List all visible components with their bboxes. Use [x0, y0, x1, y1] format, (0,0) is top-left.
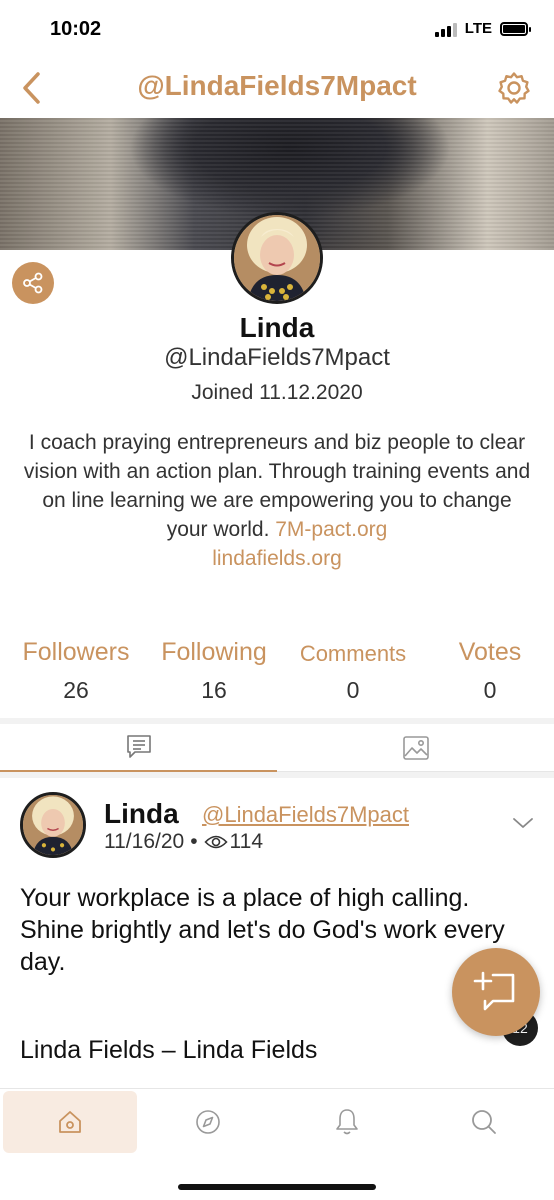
compass-icon	[196, 1110, 220, 1134]
bell-icon	[336, 1109, 358, 1135]
stat-value: 16	[201, 677, 227, 703]
profile-name: Linda	[239, 312, 315, 343]
profile-handle: @LindaFields7Mpact	[164, 344, 390, 371]
stat-label: Votes	[458, 638, 522, 666]
post-author-name[interactable]: Linda	[104, 798, 179, 830]
nav-search[interactable]	[417, 1091, 551, 1153]
stat-votes[interactable]: Votes 0	[430, 638, 550, 704]
share-button[interactable]	[12, 262, 54, 304]
profile-bio: I coach praying entrepreneurs and biz pe…	[20, 428, 534, 573]
content-tabs	[0, 724, 554, 772]
profile-stats: Followers 26 Following 16 Comments 0 Vot…	[0, 638, 554, 718]
compose-button[interactable]	[452, 948, 540, 1036]
nav-home[interactable]	[3, 1091, 137, 1153]
post-author-avatar[interactable]	[20, 792, 86, 858]
bottom-navigation	[0, 1088, 554, 1200]
network-label: LTE	[464, 20, 492, 37]
post-body: Your workplace is a place of high callin…	[20, 884, 505, 976]
bio-link-7mpact[interactable]: 7M-pact.org	[275, 518, 387, 541]
status-time: 10:02	[50, 18, 102, 40]
nav-explore[interactable]	[141, 1091, 275, 1153]
chevron-down-icon	[513, 818, 533, 828]
post-views: 114	[229, 830, 264, 853]
stat-followers[interactable]: Followers 26	[8, 638, 144, 704]
stat-following[interactable]: Following 16	[146, 638, 282, 704]
post-author-handle[interactable]: @LindaFields7Mpact	[202, 802, 409, 828]
status-bar: 10:02 LTE	[0, 0, 554, 60]
stat-label: Comments	[299, 641, 407, 666]
compose-icon	[473, 971, 515, 1011]
signal-icon	[434, 21, 457, 37]
meta-separator: •	[190, 830, 198, 853]
avatar-image	[234, 215, 320, 301]
tab-media[interactable]	[277, 724, 554, 772]
image-icon	[402, 736, 429, 760]
bio-link-lindafields[interactable]: lindafields.org	[212, 547, 342, 570]
tab-posts[interactable]	[0, 724, 277, 772]
profile-joined-date: Joined 11.12.2020	[191, 381, 363, 404]
share-icon	[23, 272, 43, 294]
stat-label: Followers	[22, 638, 130, 666]
post-options-button[interactable]	[512, 816, 534, 835]
stat-value: 26	[63, 677, 89, 703]
search-icon	[472, 1110, 496, 1134]
stat-value: 0	[346, 677, 360, 703]
stat-label: Following	[161, 638, 267, 666]
stat-value: 0	[483, 677, 497, 703]
home-indicator	[178, 1184, 376, 1190]
post-card[interactable]: Linda @LindaFields7Mpact 11/16/20 • 114 …	[0, 778, 554, 1088]
page-title: @LindaFields7Mpact	[137, 70, 417, 101]
home-icon	[59, 1111, 81, 1133]
post-footer: Linda Fields – Linda Fields	[20, 1036, 318, 1064]
post-date: 11/16/20	[104, 830, 185, 853]
settings-button[interactable]	[494, 68, 534, 108]
eye-icon	[203, 835, 228, 849]
stat-comments[interactable]: Comments 0	[284, 638, 422, 704]
nav-notifications[interactable]	[280, 1091, 414, 1153]
profile-header: @LindaFields7Mpact	[0, 60, 554, 118]
posts-icon	[126, 735, 151, 758]
profile-avatar[interactable]	[231, 212, 323, 304]
status-indicators: LTE	[434, 20, 531, 37]
avatar-image	[23, 795, 83, 855]
post-meta: 11/16/20 • 114	[104, 830, 263, 854]
gear-icon	[498, 72, 530, 104]
battery-icon	[500, 21, 531, 36]
